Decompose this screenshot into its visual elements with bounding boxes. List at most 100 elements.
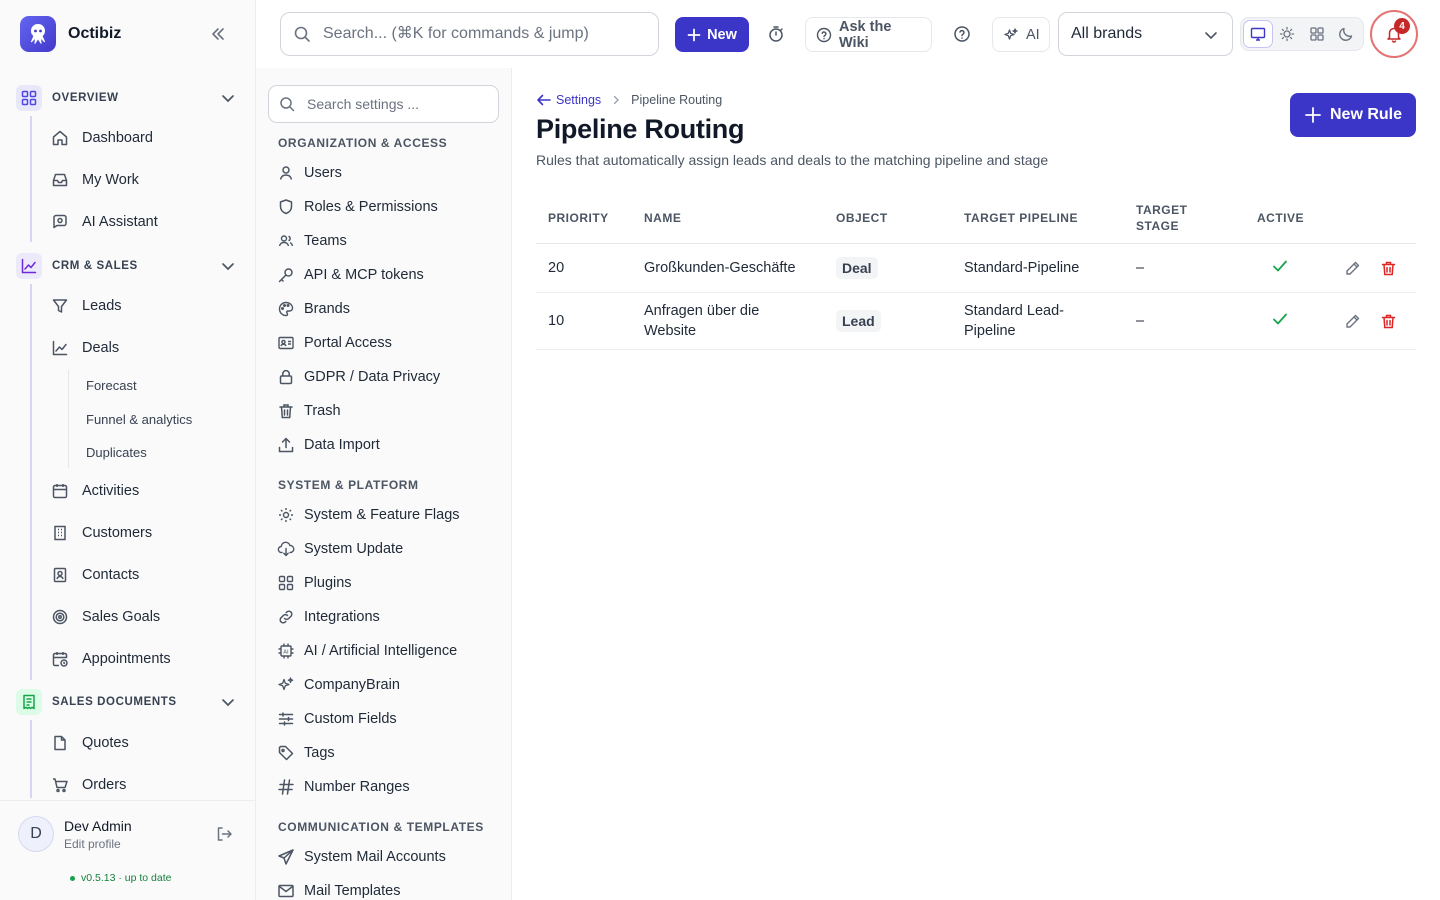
sidebar-subitem-funnel[interactable]: Funnel & analytics (86, 412, 192, 427)
ask-wiki-label: Ask the Wiki (839, 18, 892, 51)
settings-item-ai[interactable]: AI AI / Artificial Intelligence (276, 636, 500, 666)
nav-group-overview[interactable]: OVERVIEW (16, 83, 244, 113)
sidebar-item-quotes[interactable]: Quotes (46, 726, 236, 760)
sidebar-item-label: My Work (82, 172, 139, 188)
nav-group-crm-sales[interactable]: CRM & SALES (16, 251, 244, 281)
sidebar-item-label: AI Assistant (82, 214, 158, 230)
main-sidebar: Octibiz OVERVIEW Dashboard My Work AI As… (0, 0, 256, 900)
sidebar-item-deals[interactable]: Deals (46, 331, 236, 365)
table-row[interactable]: 20 Großkunden-Geschäfte Deal Standard-Pi… (536, 244, 1416, 293)
sidebar-item-leads[interactable]: Leads (46, 289, 236, 323)
pipeline-cell: Standard-Pipeline (964, 260, 1080, 276)
avatar[interactable]: D (18, 816, 54, 852)
edit-profile-link[interactable]: Edit profile (64, 837, 121, 851)
brand-select[interactable]: All brands (1058, 12, 1233, 56)
pencil-icon[interactable] (1342, 311, 1362, 331)
timer-icon[interactable] (764, 22, 788, 46)
trash-icon[interactable] (1378, 258, 1398, 278)
sidebar-item-label: Contacts (82, 567, 140, 583)
sidebar-item-label: Deals (82, 340, 120, 356)
nav-rail (30, 284, 32, 680)
search-input[interactable] (323, 25, 643, 43)
tag-icon (276, 744, 296, 762)
settings-item-label: Mail Templates (304, 883, 401, 899)
sidebar-item-ai-assistant[interactable]: AI Assistant (46, 205, 236, 239)
sidebar-item-activities[interactable]: Activities (46, 474, 236, 508)
nav-group-sales-documents[interactable]: SALES DOCUMENTS (16, 687, 244, 717)
table-row[interactable]: 10 Anfragen über die Website Lead Standa… (536, 293, 1416, 350)
new-rule-label: New Rule (1329, 106, 1402, 123)
new-rule-button[interactable]: New Rule (1290, 93, 1416, 137)
settings-item-label: Brands (304, 301, 350, 317)
settings-item-roles[interactable]: Roles & Permissions (276, 192, 500, 222)
sidebar-item-appointments[interactable]: Appointments (46, 642, 236, 676)
trash-icon[interactable] (1378, 311, 1398, 331)
global-search[interactable] (280, 12, 659, 56)
sidebar-item-customers[interactable]: Customers (46, 516, 236, 550)
sidebar-subitem-forecast[interactable]: Forecast (86, 378, 137, 393)
ask-wiki-button[interactable]: Ask the Wiki (805, 17, 932, 52)
settings-item-label: Integrations (304, 609, 380, 625)
settings-item-trash[interactable]: Trash (276, 396, 500, 426)
notifications-button[interactable] (1370, 10, 1418, 58)
settings-item-teams[interactable]: Teams (276, 226, 500, 256)
routing-rules-table: PRIORITY NAME OBJECT TARGET PIPELINE TAR… (536, 196, 1416, 350)
settings-item-number-ranges[interactable]: Number Ranges (276, 772, 500, 802)
collapse-sidebar-icon[interactable] (206, 22, 230, 46)
sidebar-subitem-duplicates[interactable]: Duplicates (86, 445, 147, 460)
settings-item-data-import[interactable]: Data Import (276, 430, 500, 460)
pencil-icon[interactable] (1342, 258, 1362, 278)
settings-item-system-update[interactable]: System Update (276, 534, 500, 564)
settings-item-companybrain[interactable]: CompanyBrain (276, 670, 500, 700)
check-icon (1270, 309, 1290, 329)
trash-icon (276, 402, 296, 420)
settings-nav: ORGANIZATION & ACCESS Users Roles & Perm… (256, 68, 512, 900)
calendar-icon (46, 482, 74, 500)
sidebar-item-orders[interactable]: Orders (46, 768, 236, 798)
ai-button[interactable]: AI (992, 17, 1050, 52)
settings-item-mail-templates[interactable]: Mail Templates (276, 876, 500, 900)
search-icon (279, 96, 295, 112)
settings-item-label: Tags (304, 745, 335, 761)
logout-icon[interactable] (214, 824, 234, 844)
settings-item-feature-flags[interactable]: System & Feature Flags (276, 500, 500, 530)
settings-item-tags[interactable]: Tags (276, 738, 500, 768)
moon-icon[interactable] (1333, 21, 1361, 47)
sun-icon[interactable] (1274, 21, 1302, 47)
subnav-rail (68, 370, 69, 468)
settings-item-mail-accounts[interactable]: System Mail Accounts (276, 842, 500, 872)
send-icon (276, 848, 296, 866)
users-icon (276, 232, 296, 250)
document-icon (46, 734, 74, 752)
help-icon[interactable] (950, 22, 974, 46)
status-dot (70, 875, 75, 881)
settings-item-users[interactable]: Users (276, 158, 500, 188)
sidebar-item-label: Dashboard (82, 130, 153, 146)
settings-search-input[interactable] (307, 96, 487, 112)
settings-item-label: System Mail Accounts (304, 849, 446, 865)
breadcrumb-back-link[interactable]: Settings (536, 92, 601, 108)
contact-card-icon (46, 566, 74, 584)
settings-item-portal-access[interactable]: Portal Access (276, 328, 500, 358)
settings-item-label: AI / Artificial Intelligence (304, 643, 458, 659)
sidebar-item-contacts[interactable]: Contacts (46, 558, 236, 592)
settings-item-brands[interactable]: Brands (276, 294, 500, 324)
settings-search[interactable] (268, 85, 499, 123)
sparkles-icon (276, 676, 296, 694)
layout-grid-icon[interactable] (1303, 21, 1331, 47)
sidebar-item-my-work[interactable]: My Work (46, 163, 236, 197)
brand[interactable]: Octibiz (20, 16, 121, 52)
monitor-icon[interactable] (1244, 21, 1272, 47)
sidebar-item-dashboard[interactable]: Dashboard (46, 121, 236, 155)
settings-item-api-tokens[interactable]: API & MCP tokens (276, 260, 500, 290)
brand-select-value: All brands (1071, 25, 1143, 42)
settings-item-label: GDPR / Data Privacy (304, 369, 441, 385)
new-button[interactable]: New (675, 17, 749, 52)
settings-item-gdpr[interactable]: GDPR / Data Privacy (276, 362, 500, 392)
settings-item-plugins[interactable]: Plugins (276, 568, 500, 598)
name-cell: Großkunden-Geschäfte (644, 260, 796, 276)
sidebar-item-sales-goals[interactable]: Sales Goals (46, 600, 236, 634)
nav-group-label: OVERVIEW (52, 92, 119, 104)
settings-item-custom-fields[interactable]: Custom Fields (276, 704, 500, 734)
settings-item-integrations[interactable]: Integrations (276, 602, 500, 632)
